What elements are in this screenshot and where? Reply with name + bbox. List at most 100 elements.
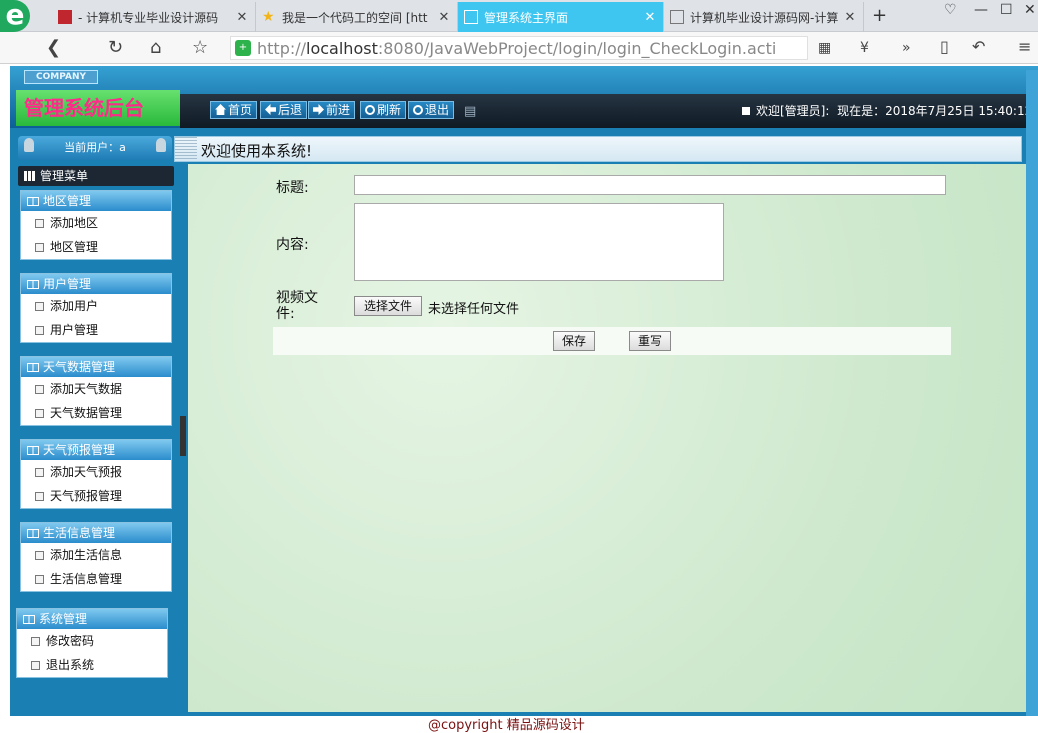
menu-item-add-user[interactable]: 添加用户 [21,294,171,318]
folder-icon [27,363,39,372]
menu-item-change-password[interactable]: 修改密码 [17,629,167,653]
close-icon[interactable]: ✕ [437,10,451,25]
back-icon[interactable]: ❮ [46,37,61,58]
extensions-icon[interactable]: ▦ [818,40,831,56]
company-tag: COMPANY [24,70,98,84]
back-button[interactable]: 后退 [260,101,308,119]
group-title: 天气数据管理 [43,360,116,374]
menu-group-weather-data: 天气数据管理 添加天气数据 天气数据管理 [20,356,172,426]
undo-icon[interactable]: ↶ [972,37,985,56]
menu-item-region-manage[interactable]: 地区管理 [21,235,171,259]
current-user-label: 当前用户：a [64,141,126,154]
refresh-label: 刷新 [377,103,402,117]
grip-icon [175,137,197,161]
menu-icon[interactable]: ≡ [1018,37,1031,56]
menu-item-add-life-info[interactable]: 添加生活信息 [21,543,171,567]
content-label: 内容: [276,237,309,253]
item-icon [35,302,44,311]
home-button[interactable]: 首页 [210,101,258,119]
pin-icon [24,138,34,152]
menu-header: 管理菜单 [18,166,174,186]
reload-icon[interactable]: ↻ [108,37,123,58]
menu-item-forecast-manage[interactable]: 天气预报管理 [21,484,171,508]
save-button[interactable]: 保存 [553,331,595,351]
folder-icon [27,197,39,206]
menu-item-add-forecast[interactable]: 添加天气预报 [21,460,171,484]
menu-group-header[interactable]: 天气预报管理 [21,440,171,460]
right-frame-strip [1026,70,1038,718]
item-label: 添加用户 [50,299,99,313]
menu-item-user-manage[interactable]: 用户管理 [21,318,171,342]
menu-item-exit-system[interactable]: 退出系统 [17,653,167,677]
item-label: 添加生活信息 [50,548,123,562]
forward-label: 前进 [326,103,351,117]
copyright-text: @copyright 精品源码设计 [428,718,585,733]
close-icon[interactable]: ✕ [235,10,249,25]
tab-admin-main[interactable]: 管理系统主界面 ✕ [458,2,664,32]
grid-icon [24,171,36,181]
status-square-icon [742,107,750,115]
forward-arrow-icon [313,104,324,115]
folder-icon [27,446,39,455]
tab-code-space[interactable]: ★ 我是一个代码工的空间 [htt ✕ [256,2,458,32]
close-icon[interactable]: ✕ [843,10,857,25]
reset-button[interactable]: 重写 [629,331,671,351]
more-arrows-icon[interactable]: » [902,40,911,56]
close-icon[interactable]: ✕ [643,10,657,25]
item-label: 天气预报管理 [50,489,123,503]
home-icon[interactable]: ⌂ [150,37,161,58]
title-input[interactable] [354,175,946,195]
item-icon [31,661,40,670]
reader-icon[interactable]: ▯ [940,37,949,56]
shirt-icon[interactable]: ♡ [944,2,957,18]
item-label: 地区管理 [50,240,99,254]
content-textarea[interactable] [354,203,724,281]
tab-source-code[interactable]: - 计算机专业毕业设计源码 ✕ [52,2,256,32]
menu-group-header[interactable]: 地区管理 [21,191,171,211]
menu-item-add-region[interactable]: 添加地区 [21,211,171,235]
group-title: 地区管理 [43,194,92,208]
sidebar-collapse-handle[interactable] [180,416,186,456]
menu-item-add-weather-data[interactable]: 添加天气数据 [21,377,171,401]
item-icon [35,219,44,228]
folder-icon [27,280,39,289]
bookmark-star-icon[interactable]: ☆ [192,37,208,58]
menu-group-header[interactable]: 生活信息管理 [21,523,171,543]
coin-icon[interactable]: ¥ [860,40,869,56]
item-icon [35,575,44,584]
item-icon [31,637,40,646]
menu-group-life-info: 生活信息管理 添加生活信息 生活信息管理 [20,522,172,592]
choose-file-button[interactable]: 选择文件 [354,296,422,316]
title-label: 标题: [276,180,309,196]
tab-title: 管理系统主界面 [484,10,569,25]
minimize-icon[interactable]: — [974,2,988,18]
menu-group-user: 用户管理 添加用户 用户管理 [20,273,172,343]
menu-group-header[interactable]: 系统管理 [17,609,167,629]
menu-group-region: 地区管理 添加地区 地区管理 [20,190,172,260]
item-icon [35,468,44,477]
security-shield-icon: + [235,40,251,56]
new-tab-button[interactable]: + [872,5,887,26]
app-toolbar: 首页 后退 前进 刷新 退出 ▤ 欢迎[管理员]: 现在是：2018年7月25日… [180,94,1038,128]
menu-group-forecast: 天气预报管理 添加天气预报 天气预报管理 [20,439,172,509]
admin-app: COMPANY 管理系统后台 首页 后退 前进 刷新 退出 ▤ 欢迎[管理员]:… [10,66,1038,718]
app-title: 管理系统后台 [16,90,180,126]
menu-group-header[interactable]: 天气数据管理 [21,357,171,377]
tab-graduation-design[interactable]: 计算机毕业设计源码网-计算 ✕ [664,2,864,32]
app-header: COMPANY 管理系统后台 首页 后退 前进 刷新 退出 ▤ 欢迎[管理员]:… [10,66,1038,128]
menu-item-life-info-manage[interactable]: 生活信息管理 [21,567,171,591]
group-title: 系统管理 [39,612,88,626]
page-icon [464,10,478,24]
forward-button[interactable]: 前进 [308,101,356,119]
item-label: 添加天气数据 [50,382,123,396]
sub-header: 当前用户：a 欢迎使用本系统! [10,128,1038,164]
address-bar[interactable]: + http://localhost:8080/JavaWebProject/l… [230,36,808,60]
maximize-icon[interactable]: ☐ [1000,2,1013,18]
back-label: 后退 [278,103,303,117]
refresh-button[interactable]: 刷新 [360,101,407,119]
logout-button[interactable]: 退出 [408,101,455,119]
close-window-icon[interactable]: ✕ [1024,2,1036,18]
menu-group-header[interactable]: 用户管理 [21,274,171,294]
refresh-icon [365,105,375,115]
menu-item-weather-data-manage[interactable]: 天气数据管理 [21,401,171,425]
